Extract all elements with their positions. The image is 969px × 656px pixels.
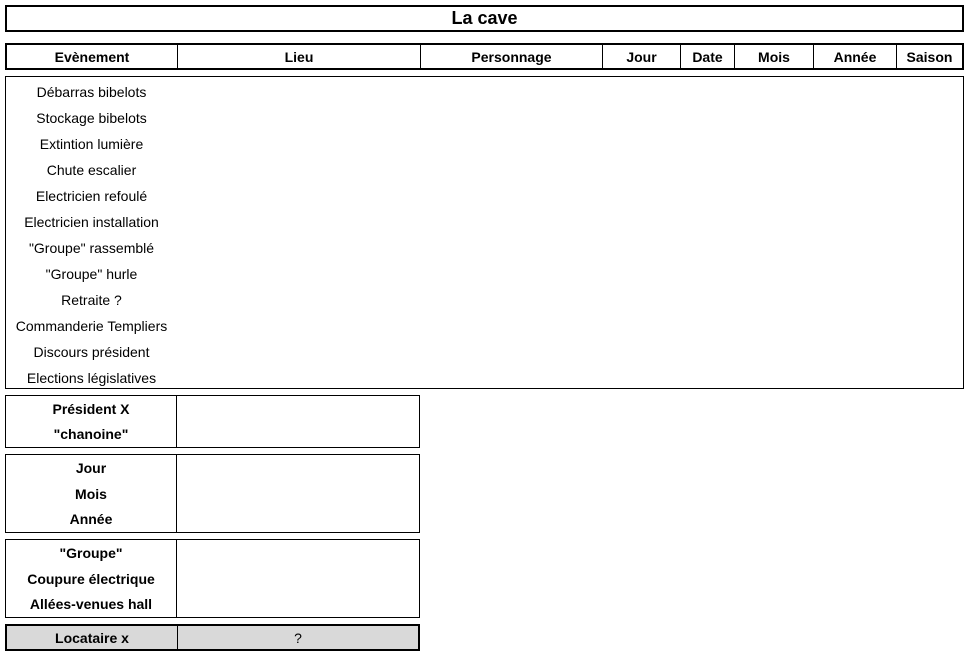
event-item[interactable]: Stockage bibelots: [6, 105, 177, 131]
group-date-labels: Jour Mois Année: [6, 455, 177, 532]
event-item[interactable]: Discours président: [6, 339, 177, 365]
page-title: La cave: [451, 8, 518, 28]
label-chanoine[interactable]: "chanoine": [6, 422, 176, 448]
event-item[interactable]: Retraite ?: [6, 287, 177, 313]
header-mois[interactable]: Mois: [735, 45, 814, 68]
header-jour[interactable]: Jour: [603, 45, 681, 68]
event-item[interactable]: "Groupe" rassemblé: [6, 235, 177, 261]
group-locataire-labels: Locataire x: [7, 626, 178, 649]
event-item[interactable]: Extintion lumière: [6, 131, 177, 157]
header-saison[interactable]: Saison: [897, 45, 962, 68]
group-president-labels: Président X "chanoine": [6, 396, 177, 447]
event-item[interactable]: Débarras bibelots: [6, 79, 177, 105]
label-mois[interactable]: Mois: [6, 481, 176, 507]
event-item[interactable]: Chute escalier: [6, 157, 177, 183]
label-groupe[interactable]: "Groupe": [6, 540, 176, 566]
header-personnage[interactable]: Personnage: [421, 45, 603, 68]
label-president-x[interactable]: Président X: [6, 396, 176, 422]
events-table: Débarras bibelots Stockage bibelots Exti…: [5, 76, 964, 389]
column-header-row: Evènement Lieu Personnage Jour Date Mois…: [5, 43, 964, 70]
event-item[interactable]: Elections législatives: [6, 365, 177, 391]
label-coupure-electrique[interactable]: Coupure électrique: [6, 566, 176, 592]
header-annee[interactable]: Année: [814, 45, 897, 68]
event-item[interactable]: "Groupe" hurle: [6, 261, 177, 287]
header-date[interactable]: Date: [681, 45, 735, 68]
group-date-value-cell[interactable]: [177, 455, 419, 532]
event-item[interactable]: Commanderie Templiers: [6, 313, 177, 339]
group-locataire: Locataire x ?: [5, 624, 420, 651]
label-allees-venues-hall[interactable]: Allées-venues hall: [6, 591, 176, 617]
header-evenement[interactable]: Evènement: [7, 45, 178, 68]
events-list: Débarras bibelots Stockage bibelots Exti…: [6, 79, 177, 391]
group-groupe-value-cell[interactable]: [177, 540, 419, 617]
event-item[interactable]: Electricien installation: [6, 209, 177, 235]
group-groupe: "Groupe" Coupure électrique Allées-venue…: [5, 539, 420, 618]
header-lieu[interactable]: Lieu: [178, 45, 421, 68]
group-president-value-cell[interactable]: [177, 396, 419, 447]
label-jour[interactable]: Jour: [6, 455, 176, 481]
label-locataire-x[interactable]: Locataire x: [7, 626, 177, 649]
group-date: Jour Mois Année: [5, 454, 420, 533]
label-annee[interactable]: Année: [6, 506, 176, 532]
group-groupe-labels: "Groupe" Coupure électrique Allées-venue…: [6, 540, 177, 617]
locataire-value[interactable]: ?: [178, 626, 418, 649]
event-item[interactable]: Electricien refoulé: [6, 183, 177, 209]
title-box: La cave: [5, 5, 964, 32]
group-president: Président X "chanoine": [5, 395, 420, 448]
